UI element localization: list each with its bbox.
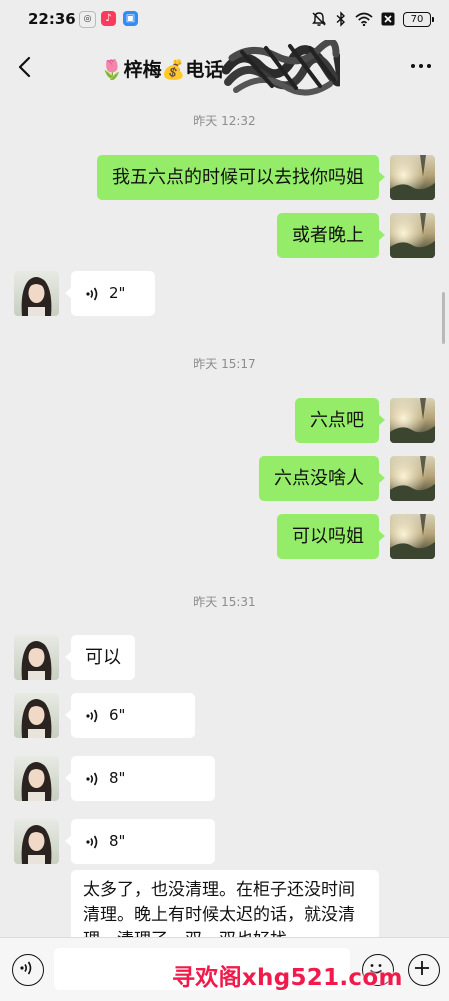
back-button[interactable]	[10, 52, 40, 82]
message-bubble-received[interactable]: 可以	[65, 635, 135, 680]
blue-app-icon: ▣	[123, 11, 138, 26]
message-bubble-sent[interactable]: 或者晚上	[277, 213, 385, 258]
scrollbar[interactable]	[442, 292, 445, 344]
message-bubble-sent[interactable]: 六点没啥人	[259, 456, 385, 501]
chat-header: 🌷梓梅💰电话	[0, 38, 449, 96]
message-bubble-received[interactable]: 太多了，也没清理。在柜子还没时间清理。晚上有时候太迟的话，就没清理。清理了一双，…	[71, 870, 379, 946]
watermark-text: 寻欢阁xhg521.com	[172, 965, 403, 991]
glasses-app-icon: ◎	[79, 11, 96, 28]
plus-button[interactable]	[408, 954, 440, 986]
self-avatar[interactable]	[390, 213, 435, 258]
battery-icon: 70	[403, 11, 434, 27]
sim-off-icon	[381, 12, 395, 26]
more-dots-icon	[411, 64, 415, 68]
voice-wave-icon	[86, 287, 98, 300]
voice-message-bubble[interactable]: 8"	[65, 819, 215, 864]
redaction-scribble	[222, 40, 340, 96]
bluetooth-icon	[336, 11, 346, 27]
chat-title: 🌷梓梅💰电话	[100, 59, 224, 81]
voice-duration: 6"	[109, 706, 126, 724]
voice-input-icon	[20, 961, 32, 975]
self-avatar[interactable]	[390, 155, 435, 200]
plus-icon	[415, 961, 430, 976]
contact-avatar[interactable]	[14, 635, 59, 680]
message-bubble-sent[interactable]: 可以吗姐	[277, 514, 385, 559]
voice-message-bubble[interactable]: 8"	[65, 756, 215, 801]
voice-wave-icon	[86, 709, 98, 722]
contact-avatar[interactable]	[14, 756, 59, 801]
contact-avatar[interactable]	[14, 271, 59, 316]
chevron-left-icon	[18, 56, 31, 78]
voice-wave-icon	[86, 772, 98, 785]
mute-bell-icon	[312, 12, 326, 26]
self-avatar[interactable]	[390, 398, 435, 443]
timestamp: 昨天 12:32	[193, 114, 256, 128]
voice-duration: 8"	[109, 832, 126, 850]
voice-duration: 8"	[109, 769, 126, 787]
voice-message-bubble[interactable]: 2"	[65, 271, 155, 316]
music-app-icon: ♪	[101, 11, 116, 26]
voice-message-bubble[interactable]: 6"	[65, 693, 195, 738]
contact-avatar[interactable]	[14, 819, 59, 864]
self-avatar[interactable]	[390, 514, 435, 559]
message-bubble-sent[interactable]: 我五六点的时候可以去找你吗姐	[97, 155, 385, 200]
self-avatar[interactable]	[390, 456, 435, 501]
voice-input-button[interactable]	[12, 954, 44, 986]
timestamp: 昨天 15:31	[193, 595, 256, 609]
status-time: 22:36	[28, 10, 76, 28]
voice-duration: 2"	[109, 284, 126, 302]
timestamp: 昨天 15:17	[193, 357, 256, 371]
message-bubble-sent[interactable]: 六点吧	[295, 398, 385, 443]
status-icons: 70	[311, 10, 434, 28]
more-options-button[interactable]	[411, 64, 431, 68]
wifi-icon	[355, 12, 373, 26]
status-bar: 22:36 ◎ ♪ ▣ 70	[0, 0, 449, 38]
contact-avatar[interactable]	[14, 693, 59, 738]
voice-wave-icon	[86, 835, 98, 848]
